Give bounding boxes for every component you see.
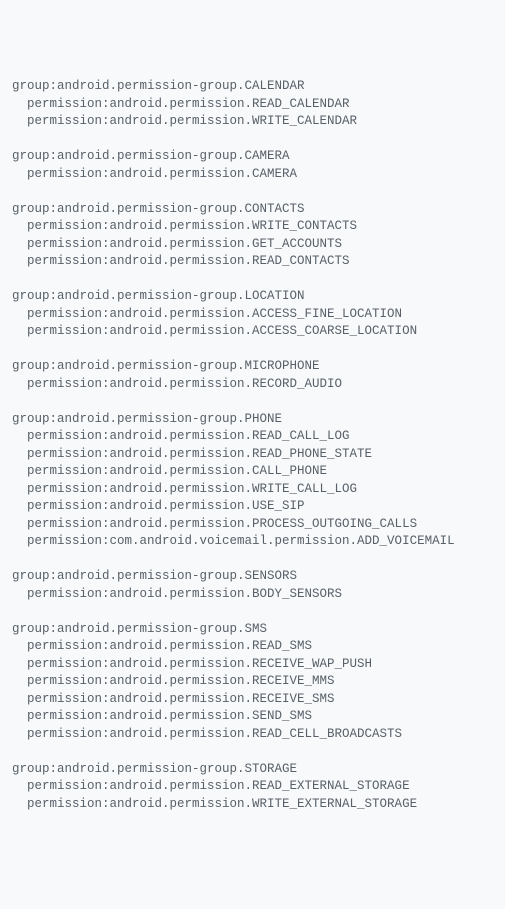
permission-line: permission:android.permission.GET_ACCOUN… xyxy=(12,236,497,254)
permission-line: permission:android.permission.READ_CELL_… xyxy=(12,726,497,744)
permission-line: permission:android.permission.READ_CALEN… xyxy=(12,96,497,114)
group-header: group:android.permission-group.CALENDAR xyxy=(12,78,497,96)
permission-line: permission:android.permission.READ_CONTA… xyxy=(12,253,497,271)
blank-line xyxy=(12,743,497,761)
blank-line xyxy=(12,271,497,289)
blank-line xyxy=(12,131,497,149)
blank-line xyxy=(12,341,497,359)
permission-line: permission:android.permission.READ_CALL_… xyxy=(12,428,497,446)
permission-line: permission:android.permission.RECEIVE_SM… xyxy=(12,691,497,709)
permission-line: permission:android.permission.ACCESS_COA… xyxy=(12,323,497,341)
permission-line: permission:android.permission.USE_SIP xyxy=(12,498,497,516)
permission-line: permission:android.permission.WRITE_CALL… xyxy=(12,481,497,499)
permission-line: permission:android.permission.ACCESS_FIN… xyxy=(12,306,497,324)
permission-line: permission:android.permission.RECEIVE_WA… xyxy=(12,656,497,674)
group-header: group:android.permission-group.SMS xyxy=(12,621,497,639)
group-header: group:android.permission-group.STORAGE xyxy=(12,761,497,779)
group-header: group:android.permission-group.SENSORS xyxy=(12,568,497,586)
blank-line xyxy=(12,603,497,621)
group-header: group:android.permission-group.PHONE xyxy=(12,411,497,429)
permission-line: permission:android.permission.RECORD_AUD… xyxy=(12,376,497,394)
blank-line xyxy=(12,393,497,411)
blank-line xyxy=(12,551,497,569)
permission-line: permission:android.permission.WRITE_CALE… xyxy=(12,113,497,131)
group-header: group:android.permission-group.MICROPHON… xyxy=(12,358,497,376)
permission-line: permission:android.permission.WRITE_CONT… xyxy=(12,218,497,236)
code-block: group:android.permission-group.CALENDAR … xyxy=(12,78,497,813)
permission-line: permission:android.permission.CALL_PHONE xyxy=(12,463,497,481)
permission-line: permission:android.permission.BODY_SENSO… xyxy=(12,586,497,604)
group-header: group:android.permission-group.CAMERA xyxy=(12,148,497,166)
permission-line: permission:android.permission.PROCESS_OU… xyxy=(12,516,497,534)
permission-line: permission:android.permission.CAMERA xyxy=(12,166,497,184)
permission-line: permission:android.permission.SEND_SMS xyxy=(12,708,497,726)
permission-line: permission:android.permission.RECEIVE_MM… xyxy=(12,673,497,691)
permission-line: permission:android.permission.READ_EXTER… xyxy=(12,778,497,796)
permission-line: permission:android.permission.READ_PHONE… xyxy=(12,446,497,464)
permission-line: permission:android.permission.READ_SMS xyxy=(12,638,497,656)
permission-line: permission:com.android.voicemail.permiss… xyxy=(12,533,497,551)
group-header: group:android.permission-group.CONTACTS xyxy=(12,201,497,219)
group-header: group:android.permission-group.LOCATION xyxy=(12,288,497,306)
blank-line xyxy=(12,183,497,201)
permission-line: permission:android.permission.WRITE_EXTE… xyxy=(12,796,497,814)
